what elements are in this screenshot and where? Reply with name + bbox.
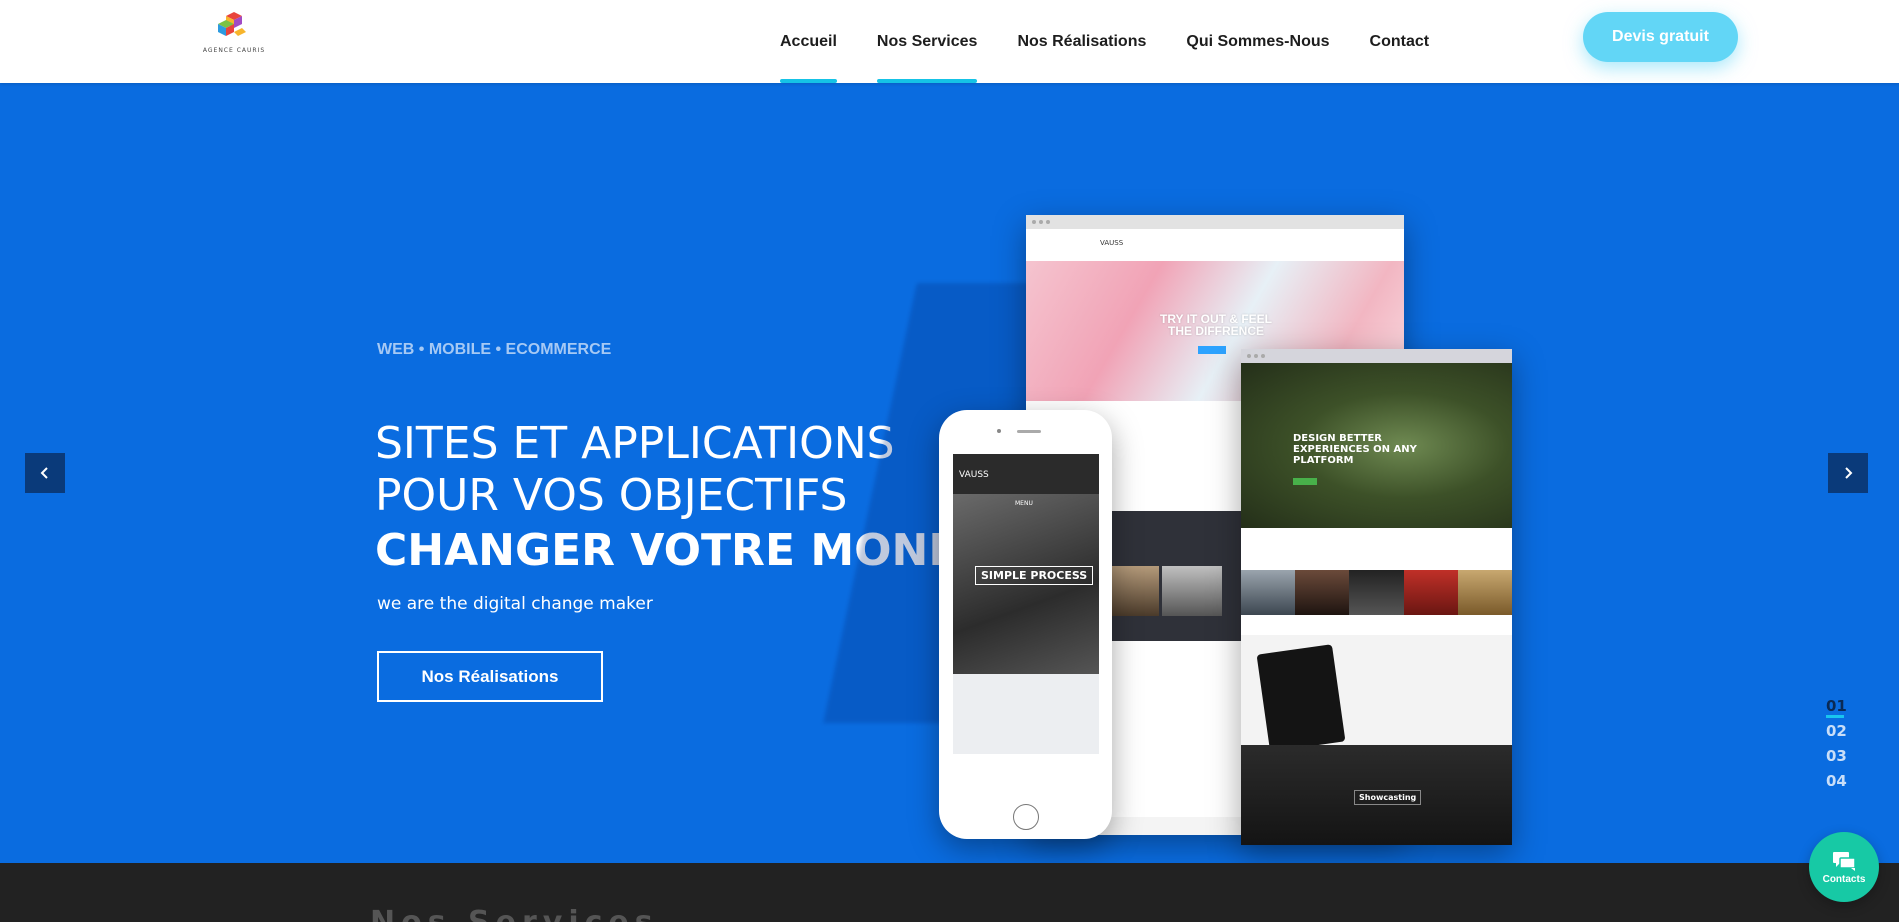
mockup-green-text: DESIGN BETTER EXPERIENCES ON ANY PLATFOR… [1293,433,1417,466]
services-section: Nos Services [0,863,1899,922]
phone-speaker [1017,430,1041,433]
mockup-brand: VAUSS [1100,239,1124,247]
slider-next-button[interactable] [1828,453,1868,493]
mockup-icon-row [1241,528,1512,570]
phone-lower [953,674,1099,754]
mockup-bottom-text: Showcasting [1354,790,1422,805]
phone-screen: VAUSS MENU SIMPLE PROCESS [953,454,1099,754]
hero-heading-line-1: SITES ET APPLICATIONS [375,418,895,469]
phone-menu-label: MENU [1015,500,1033,507]
nav-item-qui-sommes-nous[interactable]: Qui Sommes-Nous [1186,0,1329,83]
slider-pagination: 01 02 03 04 [1826,697,1847,797]
slider-prev-button[interactable] [25,453,65,493]
devis-gratuit-button[interactable]: Devis gratuit [1583,12,1738,62]
chevron-left-icon [40,467,48,479]
phone-simple-process: SIMPLE PROCESS [975,566,1094,585]
nos-realisations-button[interactable]: Nos Réalisations [377,651,603,702]
logo-text: AGENCE CAURIS [202,47,266,54]
mockup-hero-text: TRY IT OUT & FEEL THE DIFFRENCE [1159,312,1272,338]
contacts-chat-button[interactable]: Contacts [1809,832,1879,902]
mockup-tablet [1256,644,1346,752]
mockup-green-hero: DESIGN BETTER EXPERIENCES ON ANY PLATFOR… [1241,363,1512,528]
mockup-green-button [1293,478,1317,485]
phone-brand: VAUSS [959,470,989,480]
slider-page-04[interactable]: 04 [1826,772,1847,797]
slider-page-01[interactable]: 01 [1826,697,1847,722]
chat-icon [1833,851,1856,871]
phone-mockup: VAUSS MENU SIMPLE PROCESS [939,410,1112,839]
hero-slider: WEB • MOBILE • ECOMMERCE SITES ET APPLIC… [0,83,1899,863]
logo-mark-icon [218,12,246,36]
nav-item-accueil[interactable]: Accueil [780,0,837,83]
chevron-right-icon [1845,467,1853,479]
agency-logo[interactable]: AGENCE CAURIS [200,10,268,60]
slider-page-02[interactable]: 02 [1826,722,1847,747]
mockup-bottom-band: Showcasting [1241,745,1512,845]
browser-bar [1241,349,1512,363]
hero-kicker: WEB • MOBILE • ECOMMERCE [377,341,612,358]
nav-item-contact[interactable]: Contact [1370,0,1430,83]
browser-bar [1026,215,1404,229]
nav-item-services[interactable]: Nos Services [876,0,977,83]
nav-item-realisations[interactable]: Nos Réalisations [1017,0,1146,83]
hero-tagline: we are the digital change maker [377,594,653,614]
services-section-title: Nos Services [370,905,659,922]
site-header: AGENCE CAURIS Accueil Nos Services Nos R… [0,0,1899,83]
mockup-nav-strip: VAUSS [1026,229,1404,261]
mockup-hero-button [1198,346,1226,354]
main-nav: Accueil Nos Services Nos Réalisations Qu… [780,0,1469,83]
phone-camera [997,429,1001,433]
mockup-promo-section [1241,635,1512,752]
slider-page-03[interactable]: 03 [1826,747,1847,772]
phone-topbar: VAUSS [953,454,1099,494]
phone-home-button [1013,804,1039,830]
hero-heading-line-2: POUR VOS OBJECTIFS [375,470,848,521]
contacts-label: Contacts [1822,873,1866,885]
desktop-mockup-front: DESIGN BETTER EXPERIENCES ON ANY PLATFOR… [1241,349,1513,845]
mockup-photo-row [1241,570,1513,615]
mockup-caption-strip [1241,615,1512,635]
phone-image: MENU SIMPLE PROCESS [953,494,1099,674]
